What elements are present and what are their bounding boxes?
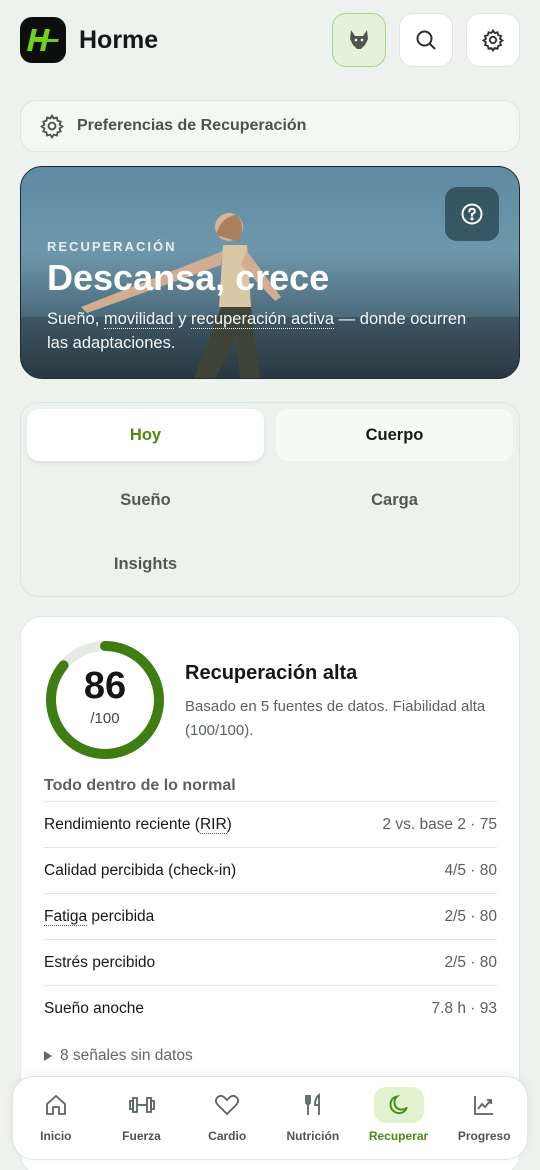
nav-nutricion[interactable]: Nutrición bbox=[270, 1077, 356, 1159]
nav-recuperar[interactable]: Recuperar bbox=[356, 1077, 442, 1159]
recovery-preferences-button[interactable]: Preferencias de Recuperación bbox=[20, 100, 520, 152]
nav-label: Cardio bbox=[208, 1129, 247, 1143]
nav-progreso[interactable]: Progreso bbox=[441, 1077, 527, 1159]
nav-label: Inicio bbox=[40, 1129, 72, 1143]
nav-inicio[interactable]: Inicio bbox=[13, 1077, 99, 1159]
recovery-tabs: Hoy Cuerpo Sueño Carga Insights bbox=[20, 402, 520, 597]
hero-kicker: RECUPERACIÓN bbox=[47, 239, 177, 254]
signal-value: 4/5 · 80 bbox=[444, 861, 497, 879]
recovery-status-title: Recuperación alta bbox=[185, 662, 358, 684]
fatigue-term[interactable]: Fatiga bbox=[44, 907, 88, 926]
gear-icon bbox=[481, 28, 505, 52]
missing-signals-toggle[interactable]: 8 señales sin datos bbox=[44, 1047, 193, 1065]
signal-row: Calidad percibida (check-in) 4/5 · 80 bbox=[44, 847, 497, 893]
home-icon bbox=[45, 1095, 66, 1115]
app-title: Horme bbox=[79, 25, 159, 54]
settings-button[interactable] bbox=[466, 13, 520, 67]
signals-section-title: Todo dentro de lo normal bbox=[44, 777, 236, 794]
signals-list: Rendimiento reciente (RIR) 2 vs. base 2 … bbox=[44, 801, 497, 1031]
rir-term[interactable]: RIR bbox=[199, 815, 227, 834]
recovery-hero-banner: RECUPERACIÓN Descansa, crece Sueño, movi… bbox=[20, 166, 520, 379]
signal-value: 2 vs. base 2 · 75 bbox=[382, 815, 497, 833]
nav-label: Fuerza bbox=[122, 1129, 161, 1143]
hero-subtitle-text: y bbox=[173, 310, 192, 328]
signal-label: Calidad percibida (check-in) bbox=[44, 861, 237, 879]
signal-row: Sueño anoche 7.8 h · 93 bbox=[44, 985, 497, 1031]
recovery-status-description: Basado en 5 fuentes de datos. Fiabilidad… bbox=[185, 698, 486, 739]
tab-hoy[interactable]: Hoy bbox=[27, 409, 264, 461]
nav-label: Nutrición bbox=[286, 1129, 340, 1143]
fork-knife-icon bbox=[304, 1093, 320, 1115]
nav-cardio[interactable]: Cardio bbox=[184, 1077, 270, 1159]
signal-value: 7.8 h · 93 bbox=[431, 999, 498, 1017]
app-header: Horme bbox=[0, 0, 540, 80]
recovery-score-value: 86 bbox=[83, 665, 127, 707]
triangle-right-icon bbox=[44, 1051, 52, 1061]
hero-subtitle-text: Sueño, bbox=[47, 310, 104, 328]
signal-row: Estrés percibido 2/5 · 80 bbox=[44, 939, 497, 985]
bottom-navigation: Inicio Fuerza Cardio Nutrición Recuperar… bbox=[12, 1076, 528, 1160]
search-button[interactable] bbox=[399, 13, 453, 67]
wolf-mode-button[interactable] bbox=[332, 13, 386, 67]
moon-icon bbox=[389, 1094, 408, 1115]
tab-cuerpo[interactable]: Cuerpo bbox=[276, 409, 513, 461]
missing-signals-label: 8 señales sin datos bbox=[60, 1047, 193, 1064]
signal-label: Rendimiento reciente (RIR) bbox=[44, 815, 232, 834]
recovery-score-max: /100 bbox=[90, 710, 120, 727]
signal-row: Fatiga percibida 2/5 · 80 bbox=[44, 893, 497, 939]
gear-icon bbox=[40, 114, 64, 139]
hero-subtitle: Sueño, movilidad y recuperación activa —… bbox=[47, 307, 487, 355]
tab-insights[interactable]: Insights bbox=[27, 538, 264, 590]
dumbbell-icon bbox=[128, 1097, 155, 1113]
signal-label: Fatiga percibida bbox=[44, 907, 155, 926]
signal-value: 2/5 · 80 bbox=[444, 953, 497, 971]
signal-value: 2/5 · 80 bbox=[444, 907, 497, 925]
tab-carga[interactable]: Carga bbox=[276, 474, 513, 526]
signal-label: Estrés percibido bbox=[44, 953, 156, 971]
active-recovery-term[interactable]: recuperación activa bbox=[191, 310, 335, 329]
nav-fuerza[interactable]: Fuerza bbox=[99, 1077, 185, 1159]
signal-row: Rendimiento reciente (RIR) 2 vs. base 2 … bbox=[44, 801, 497, 847]
app-logo bbox=[20, 17, 66, 63]
nav-label: Progreso bbox=[457, 1129, 511, 1143]
chart-icon bbox=[474, 1096, 494, 1115]
heart-icon bbox=[215, 1094, 240, 1116]
preferences-label: Preferencias de Recuperación bbox=[77, 117, 307, 134]
hero-title: Descansa, crece bbox=[47, 257, 330, 298]
question-circle-icon bbox=[461, 203, 483, 225]
mobility-term[interactable]: movilidad bbox=[103, 310, 174, 329]
signal-label: Sueño anoche bbox=[44, 999, 144, 1017]
search-icon bbox=[416, 30, 436, 50]
hero-help-button[interactable] bbox=[445, 187, 499, 241]
nav-label: Recuperar bbox=[368, 1129, 429, 1143]
tab-sueno[interactable]: Sueño bbox=[27, 474, 264, 526]
wolf-icon bbox=[350, 30, 368, 49]
